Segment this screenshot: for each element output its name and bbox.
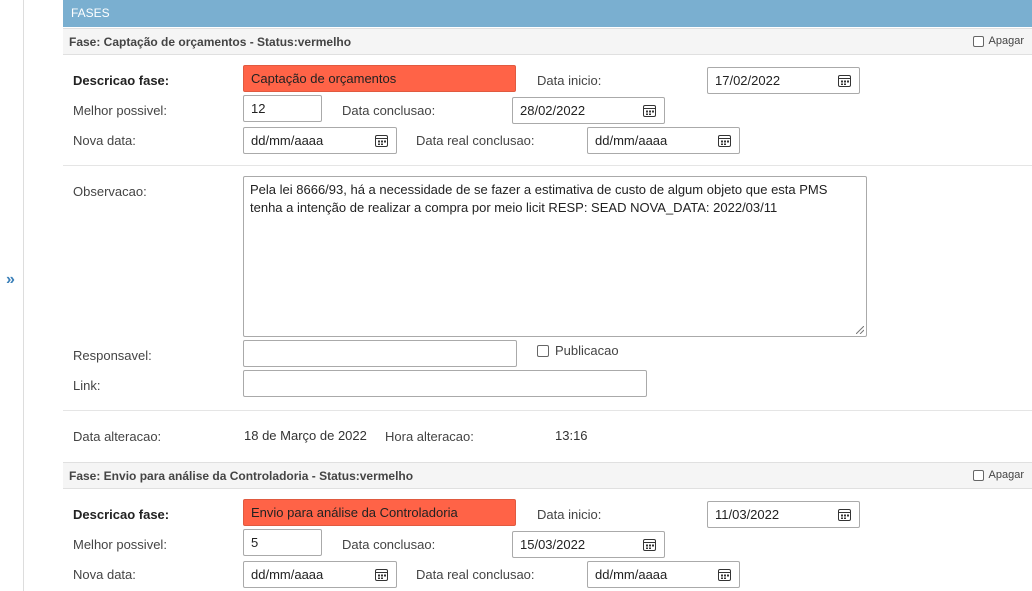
resize-handle-icon[interactable]	[856, 326, 864, 334]
observacao-label: Observacao:	[73, 184, 147, 199]
data-real-label: Data real conclusao:	[416, 567, 535, 582]
nova-data-value: dd/mm/aaaa	[251, 567, 324, 582]
nova-data-value: dd/mm/aaaa	[251, 133, 324, 148]
data-inicio-label: Data inicio:	[537, 73, 602, 88]
data-real-value: dd/mm/aaaa	[595, 133, 668, 148]
melhor-label: Melhor possivel:	[73, 537, 167, 552]
checkbox-icon[interactable]	[972, 35, 984, 47]
descricao-label: Descricao fase:	[73, 73, 170, 88]
section-header: FASES	[63, 0, 1032, 27]
data-inicio-value: 17/02/2022	[715, 73, 781, 88]
data-conclusao-value: 28/02/2022	[520, 103, 586, 118]
apagar-checkbox[interactable]: Apagar	[972, 469, 1024, 481]
data-alteracao-label: Data alteracao:	[73, 429, 162, 444]
data-inicio-field[interactable]: 11/03/2022	[707, 501, 860, 528]
link-label: Link:	[73, 378, 101, 393]
publicacao-checkbox[interactable]: Publicacao	[537, 343, 619, 358]
responsavel-field[interactable]	[243, 340, 517, 367]
phase-title-bar: Fase: Envio para análise da Controladori…	[63, 462, 1032, 489]
calendar-icon[interactable]	[643, 538, 656, 551]
hora-alteracao-label: Hora alteracao:	[385, 429, 474, 444]
calendar-icon[interactable]	[718, 568, 731, 581]
calendar-icon[interactable]	[718, 134, 731, 147]
data-inicio-value: 11/03/2022	[715, 507, 780, 522]
phase-title: Fase: Envio para análise da Controladori…	[69, 469, 414, 483]
data-real-label: Data real conclusao:	[416, 133, 535, 148]
data-conclusao-value: 15/03/2022	[520, 537, 586, 552]
melhor-label: Melhor possivel:	[73, 103, 167, 118]
data-inicio-label: Data inicio:	[537, 507, 602, 522]
nova-data-label: Nova data:	[73, 133, 136, 148]
calendar-icon[interactable]	[643, 104, 656, 117]
divider	[63, 410, 1032, 411]
observacao-value: Pela lei 8666/93, há a necessidade de se…	[250, 182, 828, 215]
descricao-field[interactable]: Captação de orçamentos	[243, 65, 516, 92]
descricao-label: Descricao fase:	[73, 507, 170, 522]
calendar-icon[interactable]	[375, 568, 388, 581]
data-real-value: dd/mm/aaaa	[595, 567, 668, 582]
data-conclusao-field[interactable]: 15/03/2022	[512, 531, 665, 558]
nova-data-field[interactable]: dd/mm/aaaa	[243, 127, 397, 154]
data-alteracao-value: 18 de Março de 2022	[244, 428, 367, 443]
calendar-icon[interactable]	[838, 508, 851, 521]
apagar-checkbox[interactable]: Apagar	[972, 35, 1024, 47]
nova-data-label: Nova data:	[73, 567, 136, 582]
publicacao-label: Publicacao	[555, 343, 619, 358]
phase-title-bar: Fase: Captação de orçamentos - Status:ve…	[63, 28, 1032, 55]
data-conclusao-label: Data conclusao:	[342, 537, 436, 552]
melhor-field[interactable]: 12	[243, 95, 322, 122]
expand-sidebar-button[interactable]: »	[6, 271, 15, 289]
observacao-textarea[interactable]: Pela lei 8666/93, há a necessidade de se…	[243, 176, 867, 337]
responsavel-label: Responsavel:	[73, 348, 152, 363]
apagar-label: Apagar	[988, 35, 1024, 47]
checkbox-icon[interactable]	[972, 469, 984, 481]
data-conclusao-label: Data conclusao:	[342, 103, 436, 118]
data-real-field[interactable]: dd/mm/aaaa	[587, 561, 740, 588]
data-inicio-field[interactable]: 17/02/2022	[707, 67, 860, 94]
phase-title: Fase: Captação de orçamentos - Status:ve…	[69, 35, 352, 49]
checkbox-icon[interactable]	[537, 344, 549, 357]
link-field[interactable]	[243, 370, 647, 397]
melhor-field[interactable]: 5	[243, 529, 322, 556]
apagar-label: Apagar	[988, 469, 1024, 481]
main-content: FASES Fase: Captação de orçamentos - Sta…	[63, 0, 1032, 591]
divider	[63, 165, 1032, 166]
descricao-field[interactable]: Envio para análise da Controladoria	[243, 499, 516, 526]
left-sidebar: »	[0, 0, 24, 591]
data-real-field[interactable]: dd/mm/aaaa	[587, 127, 740, 154]
calendar-icon[interactable]	[375, 134, 388, 147]
data-conclusao-field[interactable]: 28/02/2022	[512, 97, 665, 124]
hora-alteracao-value: 13:16	[555, 428, 588, 443]
nova-data-field[interactable]: dd/mm/aaaa	[243, 561, 397, 588]
calendar-icon[interactable]	[838, 74, 851, 87]
